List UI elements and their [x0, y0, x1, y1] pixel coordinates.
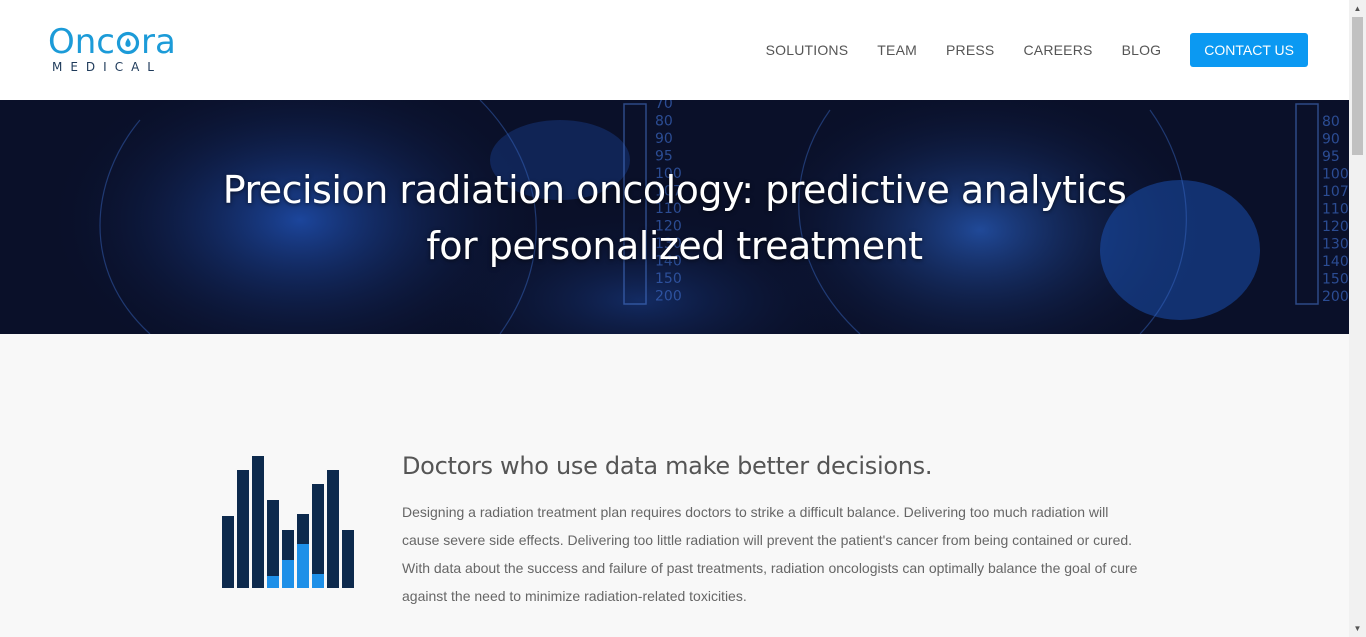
- scan-scale-label: 90: [1322, 132, 1340, 148]
- illustration-bar: [222, 516, 234, 588]
- illustration-bar: [342, 530, 354, 588]
- hero-banner: 70 80 90 95 100 107 110 120 130 140 150 200 80 90 95 1…: [0, 100, 1349, 334]
- oncora-logo[interactable]: Onc ra MEDICAL: [48, 24, 182, 76]
- section-paragraph: Designing a radiation treatment plan req…: [402, 504, 1138, 604]
- scroll-up-arrow-icon[interactable]: ▲: [1349, 0, 1366, 17]
- scan-scale-label: 90: [655, 131, 673, 147]
- scan-scale-label: 200: [655, 289, 682, 305]
- illustration-bar: [252, 456, 264, 588]
- nav-team[interactable]: TEAM: [877, 42, 917, 58]
- nav-press[interactable]: PRESS: [946, 42, 994, 58]
- illustration-bar-highlight: [312, 574, 324, 588]
- nav-careers[interactable]: CAREERS: [1023, 42, 1092, 58]
- page-scrollbar[interactable]: ▲ ▼: [1349, 0, 1366, 637]
- hero-title: Precision radiation oncology: predictive…: [222, 168, 1127, 268]
- doctors-data-section: Doctors who use data make better decisio…: [0, 334, 1349, 637]
- illustration-bar: [327, 470, 339, 588]
- scroll-down-arrow-icon[interactable]: ▼: [1349, 620, 1366, 637]
- logo-wordmark: Onc ra: [48, 22, 176, 62]
- illustration-bar-highlight: [297, 544, 309, 588]
- bar-chart-illustration-icon: [222, 456, 354, 588]
- scan-scale-label: 80: [655, 114, 673, 130]
- illustration-bar: [312, 484, 324, 588]
- scan-scale-label: 80: [1322, 114, 1340, 130]
- logo-subtitle: MEDICAL: [52, 60, 162, 74]
- illustration-bar: [267, 500, 279, 588]
- illustration-bar-highlight: [282, 560, 294, 588]
- scroll-thumb[interactable]: [1352, 17, 1363, 155]
- logo-o-drop-icon: [115, 24, 141, 60]
- section-heading: Doctors who use data make better decisio…: [402, 452, 933, 480]
- site-header: Onc ra MEDICAL SOLUTIONS TEAM PRESS CAREE…: [0, 0, 1349, 100]
- scan-scale-label: 70: [655, 100, 673, 112]
- contact-us-button[interactable]: CONTACT US: [1190, 33, 1308, 67]
- nav-solutions[interactable]: SOLUTIONS: [766, 42, 849, 58]
- scan-scale-label: 200: [1322, 289, 1349, 305]
- nav-blog[interactable]: BLOG: [1122, 42, 1162, 58]
- illustration-bar-highlight: [267, 576, 279, 588]
- main-nav: SOLUTIONS TEAM PRESS CAREERS BLOG CONTAC…: [737, 33, 1308, 67]
- illustration-bar: [237, 470, 249, 588]
